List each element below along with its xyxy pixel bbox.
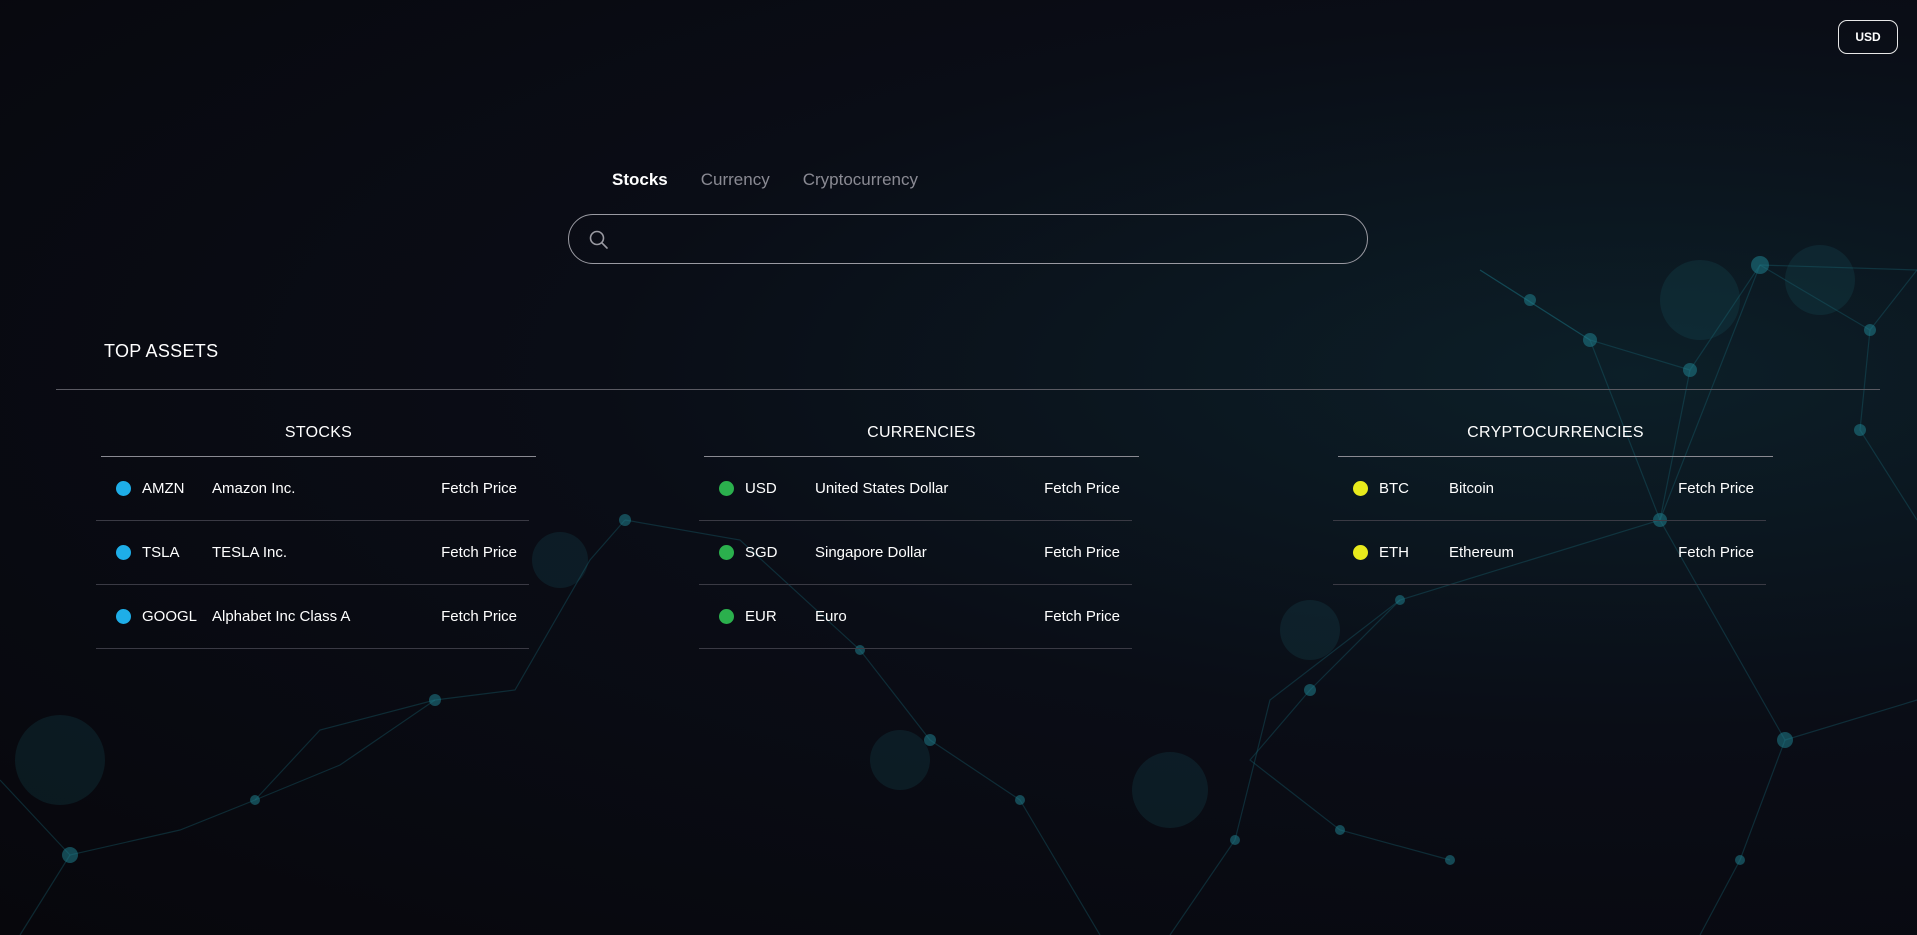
crypto-indicator-dot: [1353, 481, 1368, 496]
stock-indicator-dot: [116, 609, 131, 624]
column-title: STOCKS: [101, 424, 536, 457]
asset-symbol: EUR: [745, 608, 777, 625]
asset-name: Alphabet Inc Class A: [212, 608, 351, 625]
asset-name: Euro: [815, 608, 847, 625]
fetch-price-button[interactable]: Fetch Price: [1044, 608, 1120, 625]
column-title: CURRENCIES: [704, 424, 1139, 457]
fetch-price-button[interactable]: Fetch Price: [1678, 544, 1754, 561]
asset-symbol: TSLA: [142, 544, 180, 561]
app-root: USD Stocks Currency Cryptocurrency TOP A…: [0, 0, 1917, 935]
asset-name: Ethereum: [1449, 544, 1515, 561]
fetch-price-button[interactable]: Fetch Price: [441, 608, 517, 625]
asset-name: TESLA Inc.: [212, 544, 288, 561]
tab-cryptocurrency[interactable]: Cryptocurrency: [803, 170, 918, 190]
asset-row-eth: ETH Ethereum Fetch Price: [1333, 521, 1766, 585]
tab-stocks[interactable]: Stocks: [612, 170, 668, 190]
asset-name: United States Dollar: [815, 480, 949, 497]
stocks-column: STOCKS AMZN Amazon Inc. Fetch Price TSLA…: [96, 424, 536, 649]
currencies-column: CURRENCIES USD United States Dollar Fetc…: [699, 424, 1139, 649]
stock-indicator-dot: [116, 481, 131, 496]
asset-row-amzn: AMZN Amazon Inc. Fetch Price: [96, 457, 529, 521]
tab-currency[interactable]: Currency: [701, 170, 770, 190]
asset-row-usd: USD United States Dollar Fetch Price: [699, 457, 1132, 521]
asset-row-eur: EUR Euro Fetch Price: [699, 585, 1132, 649]
currency-indicator-dot: [719, 545, 734, 560]
asset-symbol: ETH: [1379, 544, 1409, 561]
search-input[interactable]: [621, 223, 1345, 257]
stock-indicator-dot: [116, 545, 131, 560]
column-title: CRYPTOCURRENCIES: [1338, 424, 1773, 457]
fetch-price-button[interactable]: Fetch Price: [441, 544, 517, 561]
top-assets-title: TOP ASSETS: [104, 341, 219, 361]
fetch-price-button[interactable]: Fetch Price: [441, 480, 517, 497]
currency-indicator-dot: [719, 609, 734, 624]
fetch-price-button[interactable]: Fetch Price: [1044, 544, 1120, 561]
currency-indicator-dot: [719, 481, 734, 496]
fetch-price-button[interactable]: Fetch Price: [1044, 480, 1120, 497]
asset-symbol: GOOGL: [142, 608, 198, 625]
asset-symbol: SGD: [745, 544, 778, 561]
search-icon: [589, 230, 608, 249]
asset-type-tabs: Stocks Currency Cryptocurrency: [612, 170, 918, 190]
asset-symbol: AMZN: [142, 480, 185, 497]
asset-row-googl: GOOGL Alphabet Inc Class A Fetch Price: [96, 585, 529, 649]
asset-name: Singapore Dollar: [815, 544, 927, 561]
asset-row-btc: BTC Bitcoin Fetch Price: [1333, 457, 1766, 521]
asset-name: Bitcoin: [1449, 480, 1495, 497]
search-bar: [568, 214, 1368, 264]
top-assets-divider: [56, 389, 1880, 390]
cryptocurrencies-column: CRYPTOCURRENCIES BTC Bitcoin Fetch Price…: [1333, 424, 1773, 585]
asset-symbol: BTC: [1379, 480, 1409, 497]
asset-symbol: USD: [745, 480, 777, 497]
crypto-indicator-dot: [1353, 545, 1368, 560]
fetch-price-button[interactable]: Fetch Price: [1678, 480, 1754, 497]
asset-row-sgd: SGD Singapore Dollar Fetch Price: [699, 521, 1132, 585]
currency-selector-button[interactable]: USD: [1838, 20, 1898, 54]
asset-row-tsla: TSLA TESLA Inc. Fetch Price: [96, 521, 529, 585]
asset-name: Amazon Inc.: [212, 480, 296, 497]
